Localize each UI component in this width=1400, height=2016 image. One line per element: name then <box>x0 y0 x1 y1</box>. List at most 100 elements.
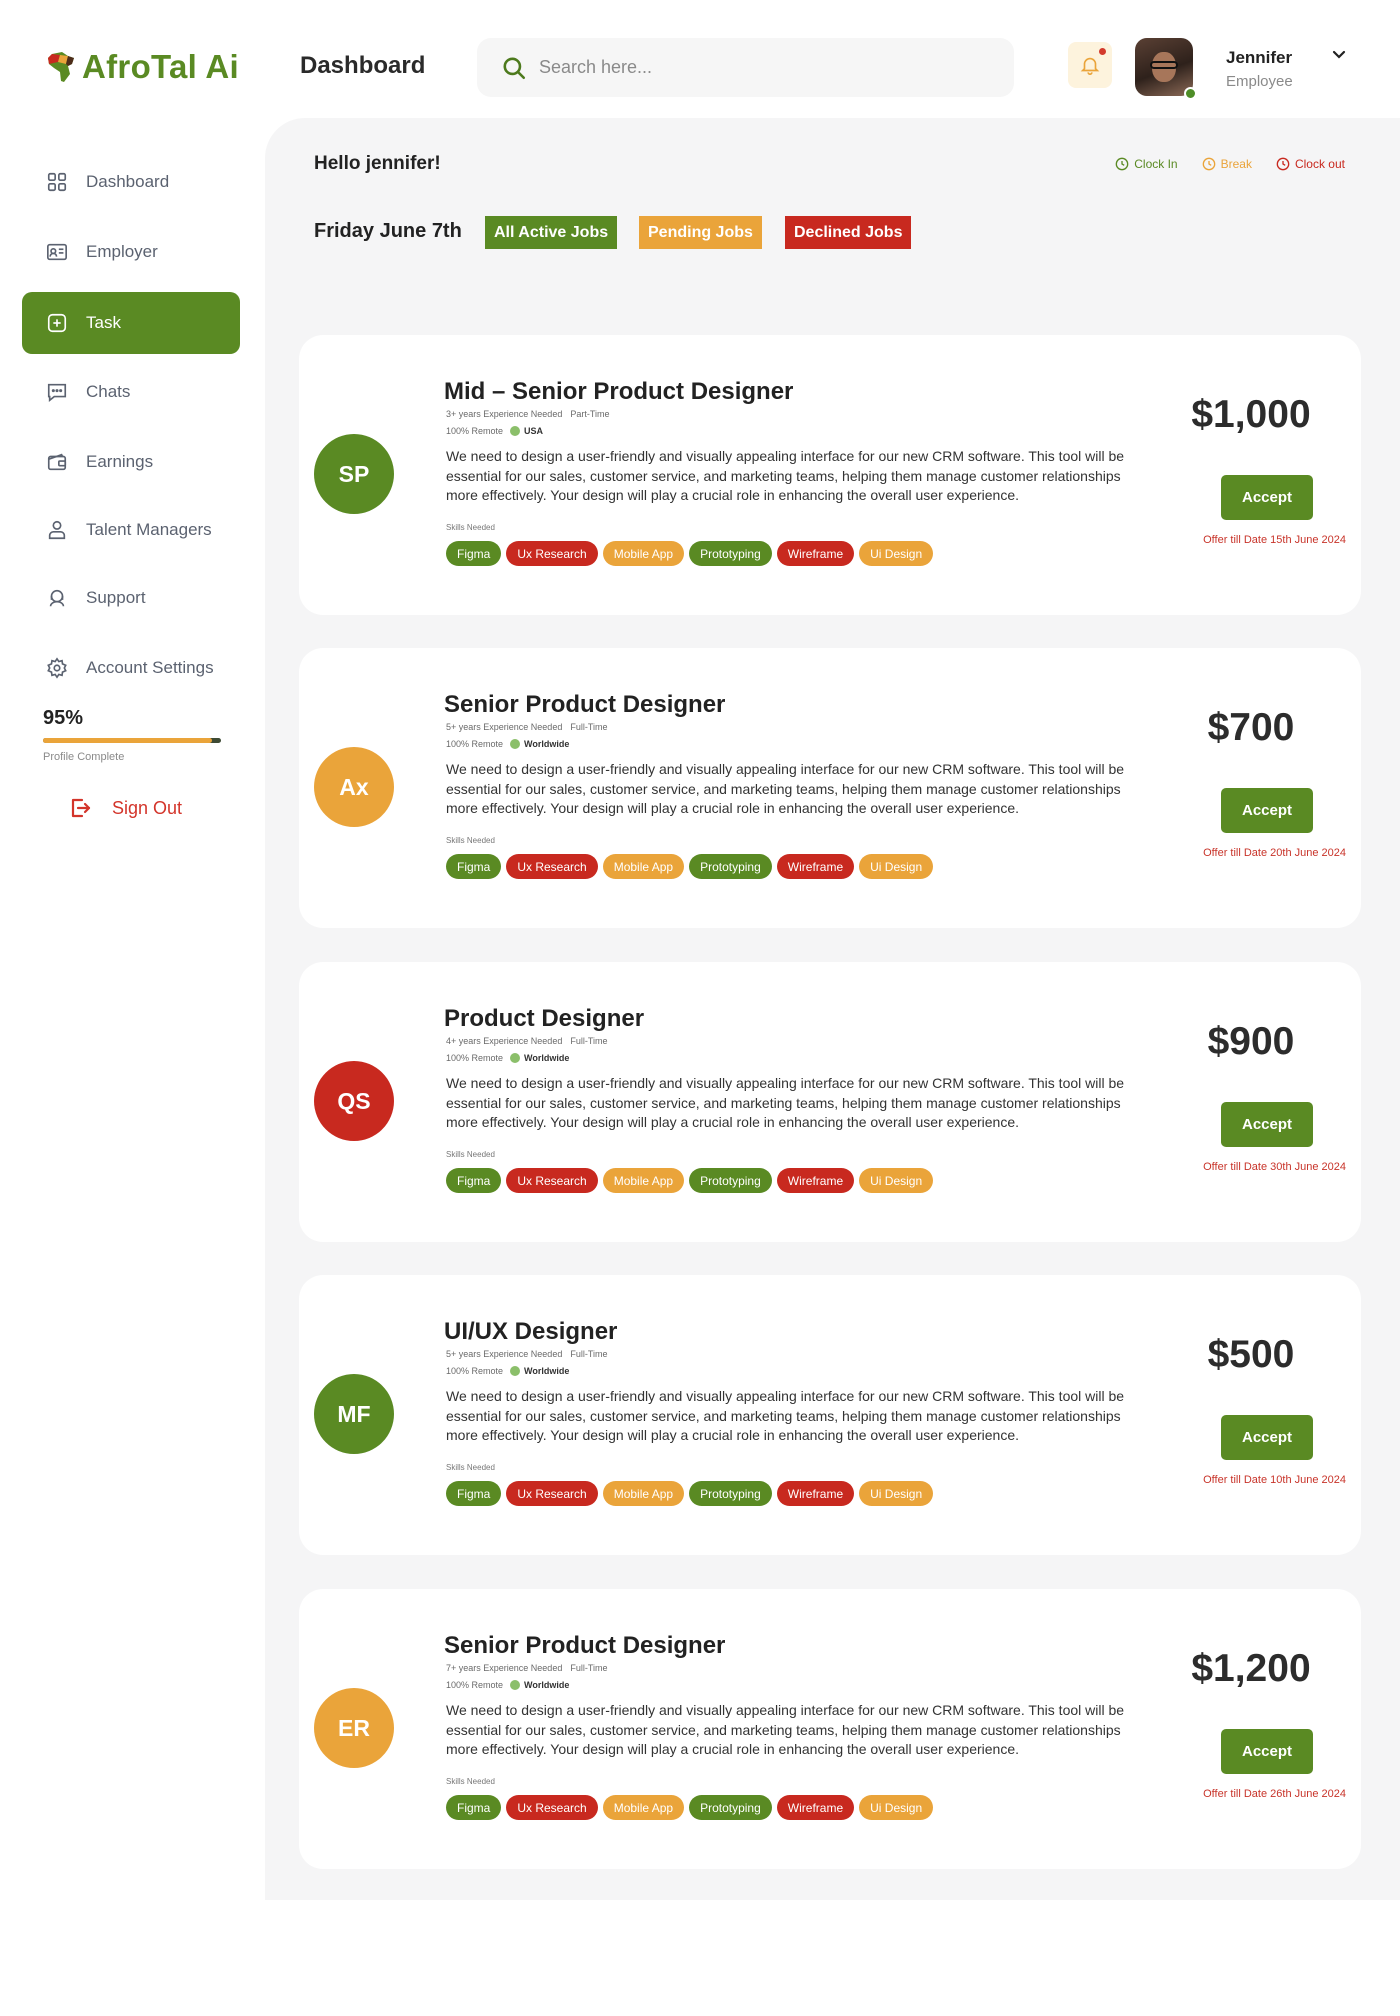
remote-label: 100% Remote <box>446 1366 504 1376</box>
person-icon <box>48 520 66 540</box>
skill-tag: Ux Research <box>506 1481 598 1506</box>
filter-all-active-jobs[interactable]: All Active Jobs <box>485 216 618 249</box>
job-type: Part-Time <box>570 409 610 419</box>
chevron-down-icon[interactable] <box>1330 48 1348 62</box>
profile-progress-fill <box>43 738 213 743</box>
user-avatar[interactable] <box>1135 38 1197 100</box>
job-meta: 4+ years Experience Needed Full-Time <box>446 1036 608 1046</box>
sign-out-button[interactable]: Sign Out <box>68 796 182 820</box>
sidebar-item-task[interactable]: Task <box>22 292 240 354</box>
offer-deadline: Offer till Date 10th June 2024 <box>1203 1474 1346 1486</box>
africa-map-icon <box>48 52 74 82</box>
sidebar-item-support[interactable]: Support <box>22 567 240 629</box>
sidebar-item-earnings[interactable]: Earnings <box>22 431 240 493</box>
sidebar-item-label: Account Settings <box>86 658 214 677</box>
job-title[interactable]: Mid – Senior Product Designer <box>444 378 793 406</box>
job-description: We need to design a user-friendly and vi… <box>446 761 1125 816</box>
skill-tag: Ui Design <box>859 854 934 879</box>
skill-tag: Prototyping <box>689 541 772 566</box>
clock-out-label: Clock out <box>1294 157 1345 171</box>
skill-tag: Mobile App <box>602 854 685 879</box>
job-card[interactable]: QS Product Designer 4+ years Experience Ne… <box>299 962 1361 1242</box>
brand-logo[interactable]: AfroTal Ai <box>46 48 239 86</box>
accept-button[interactable]: Accept <box>1221 475 1313 520</box>
job-price: $1,000 <box>1191 393 1311 436</box>
globe-icon <box>510 1053 521 1063</box>
job-location: USA <box>524 426 544 436</box>
job-price: $700 <box>1207 706 1295 749</box>
filter-pending-jobs[interactable]: Pending Jobs <box>639 216 762 249</box>
clock-in-label: Clock In <box>1134 157 1178 171</box>
job-card[interactable]: ER Senior Product Designer 7+ years Experi… <box>299 1589 1361 1869</box>
skill-tag: Wireframe <box>776 854 855 879</box>
clock-icon <box>1115 157 1129 171</box>
experience-required: 3+ years Experience Needed <box>446 409 563 419</box>
gear-icon <box>47 657 67 679</box>
experience-required: 7+ years Experience Needed <box>446 1663 563 1673</box>
job-location: Worldwide <box>524 1680 570 1690</box>
offer-deadline: Offer till Date 26th June 2024 <box>1203 1788 1346 1800</box>
job-title[interactable]: UI/UX Designer <box>444 1318 617 1346</box>
sidebar-item-label: Dashboard <box>86 172 170 191</box>
job-title[interactable]: Product Designer <box>444 1005 644 1033</box>
skills-list: Figma Ux Research Mobile App Prototyping Wir… <box>446 854 934 879</box>
job-card[interactable]: Ax Senior Product Designer 5+ years Experi… <box>299 648 1361 928</box>
current-date: Friday June 7th <box>314 220 462 242</box>
skill-tag: Prototyping <box>689 1481 772 1506</box>
experience-required: 5+ years Experience Needed <box>446 1349 563 1359</box>
break-button[interactable]: Break <box>1202 157 1252 171</box>
remote-label: 100% Remote <box>446 426 504 436</box>
company-initials-avatar: Ax <box>314 747 394 827</box>
skill-tag: Prototyping <box>689 1168 772 1193</box>
skill-tag: Ui Design <box>859 1168 934 1193</box>
globe-icon <box>510 1366 521 1376</box>
sidebar-item-employer[interactable]: Employer <box>22 221 240 283</box>
offer-deadline: Offer till Date 15th June 2024 <box>1203 534 1346 546</box>
sidebar-item-label: Talent Managers <box>86 520 212 539</box>
notifications-button[interactable] <box>1068 42 1112 88</box>
globe-icon <box>510 426 521 436</box>
clock-in-button[interactable]: Clock In <box>1115 157 1178 171</box>
job-type: Full-Time <box>570 1349 608 1359</box>
wallet-icon <box>47 453 67 471</box>
sidebar-item-label: Earnings <box>86 452 154 471</box>
remote-label: 100% Remote <box>446 1053 504 1063</box>
skill-tag: Wireframe <box>776 541 855 566</box>
search-bar[interactable] <box>477 38 1014 97</box>
sidebar-item-account-settings[interactable]: Account Settings <box>22 637 240 699</box>
filter-declined-jobs[interactable]: Declined Jobs <box>785 216 912 249</box>
online-status-dot <box>1184 87 1197 100</box>
search-input[interactable] <box>539 57 979 78</box>
remote-label: 100% Remote <box>446 739 504 749</box>
job-location-meta: 100% Remote Worldwide <box>446 1053 569 1063</box>
skill-tag: Ux Research <box>506 854 598 879</box>
sidebar-item-talent-managers[interactable]: Talent Managers <box>22 499 240 561</box>
globe-icon <box>510 1680 521 1690</box>
accept-button[interactable]: Accept <box>1221 788 1313 833</box>
job-meta: 3+ years Experience Needed Part-Time <box>446 409 610 419</box>
job-meta: 5+ years Experience Needed Full-Time <box>446 1349 608 1359</box>
company-initials-avatar: SP <box>314 434 394 514</box>
sidebar-item-label: Task <box>86 313 121 332</box>
job-title[interactable]: Senior Product Designer <box>444 1632 725 1660</box>
job-location: Worldwide <box>524 1053 570 1063</box>
clock-out-button[interactable]: Clock out <box>1276 157 1345 171</box>
job-card[interactable]: SP Mid – Senior Product Designer 3+ years … <box>299 335 1361 615</box>
plus-square-icon <box>47 313 67 333</box>
headset-icon <box>49 589 65 607</box>
sign-out-icon <box>71 798 91 818</box>
job-type: Full-Time <box>570 1036 608 1046</box>
sidebar-item-dashboard[interactable]: Dashboard <box>22 151 240 213</box>
accept-button[interactable]: Accept <box>1221 1102 1313 1147</box>
sidebar-item-chats[interactable]: Chats <box>22 361 240 423</box>
accept-button[interactable]: Accept <box>1221 1415 1313 1460</box>
skill-tag: Ui Design <box>859 1795 934 1820</box>
job-card[interactable]: MF UI/UX Designer 5+ years Experience Need… <box>299 1275 1361 1555</box>
job-title[interactable]: Senior Product Designer <box>444 691 725 719</box>
skills-list: Figma Ux Research Mobile App Prototyping Wir… <box>446 1795 934 1820</box>
skill-tag: Mobile App <box>602 1481 685 1506</box>
break-label: Break <box>1220 157 1252 171</box>
accept-button[interactable]: Accept <box>1221 1729 1313 1774</box>
profile-complete-label: Profile Complete <box>43 751 125 763</box>
job-price: $500 <box>1207 1333 1295 1376</box>
